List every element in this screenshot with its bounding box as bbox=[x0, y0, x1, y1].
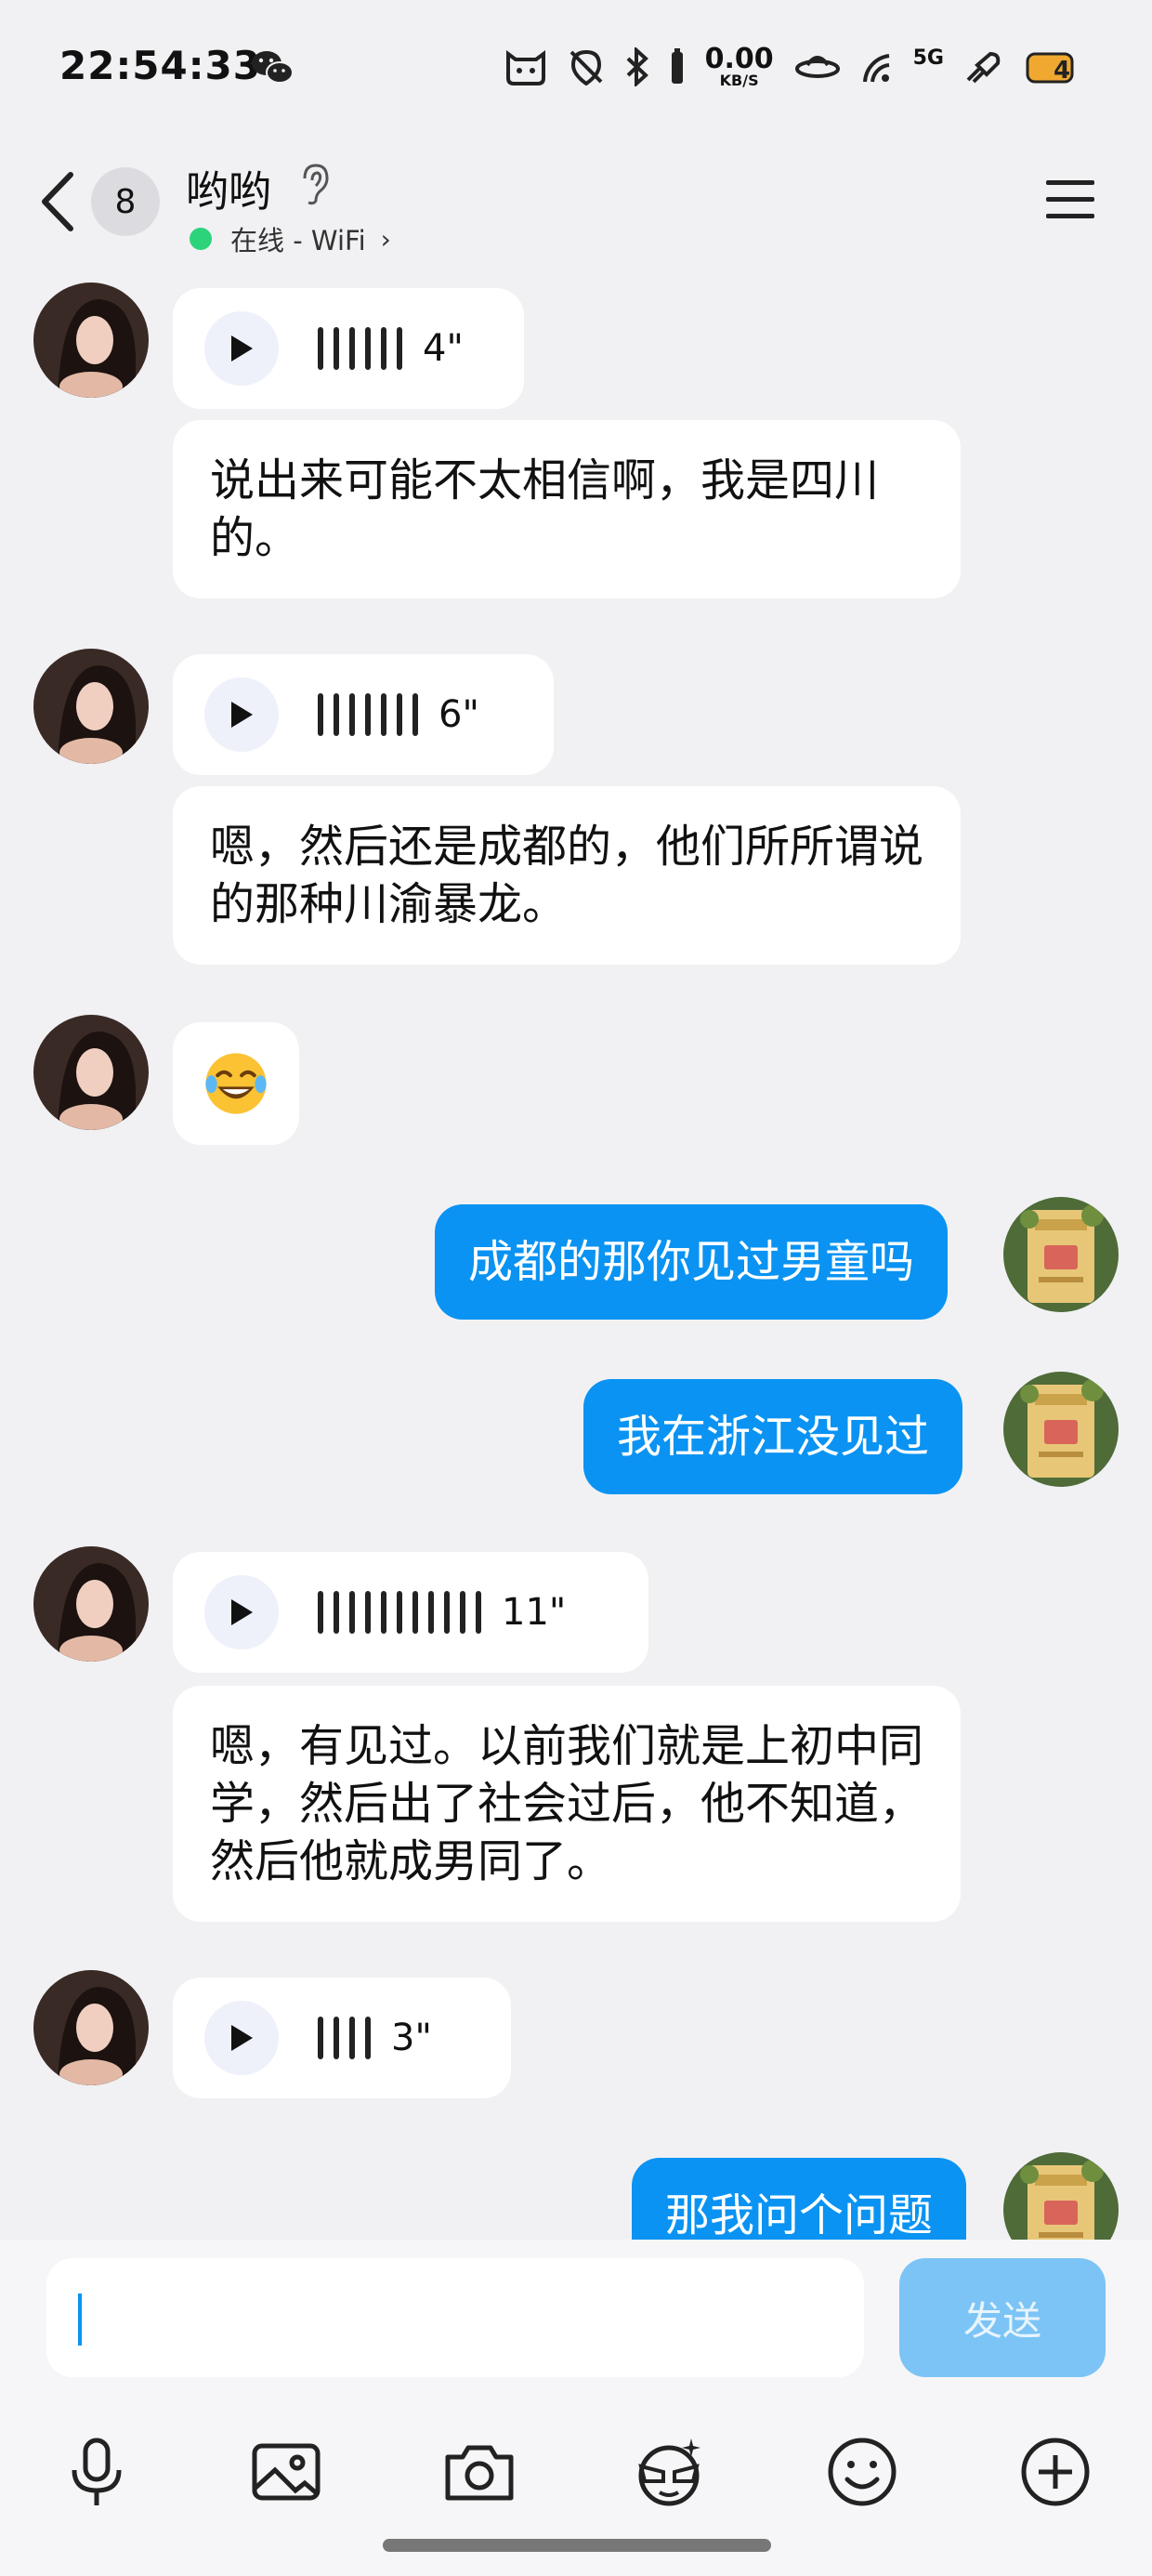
online-status[interactable]: 在线 - WiFi › bbox=[186, 219, 391, 258]
chevron-right-icon: › bbox=[380, 223, 391, 255]
bluetooth-icon bbox=[626, 47, 648, 86]
input-toolbar bbox=[0, 2407, 1152, 2518]
waveform-bar bbox=[460, 1591, 465, 1634]
waveform-bar bbox=[318, 1591, 323, 1634]
waveform-bar bbox=[349, 327, 355, 370]
signal-icon bbox=[862, 54, 889, 83]
voice-duration: 6" bbox=[439, 693, 479, 736]
message-list[interactable]: 4" 说出来可能不太相信啊，我是四川的。 6" 嗯，然后还是成都的，他们所所谓说… bbox=[0, 269, 1152, 2240]
waveform-bar bbox=[412, 693, 418, 736]
waveform-bar bbox=[397, 1591, 402, 1634]
waveform-bar bbox=[365, 2017, 371, 2059]
wechat-icon bbox=[252, 51, 294, 84]
play-icon[interactable] bbox=[204, 677, 279, 752]
waveform-icon bbox=[318, 1591, 481, 1634]
home-indicator[interactable] bbox=[383, 2539, 771, 2552]
microphone-icon[interactable] bbox=[59, 2435, 134, 2509]
back-icon[interactable] bbox=[37, 169, 78, 234]
contact-name[interactable]: 哟哟 bbox=[186, 158, 271, 219]
ear-icon[interactable] bbox=[295, 162, 333, 206]
status-bar: 22:54:33 0.00 KB/S 5G 4 bbox=[0, 0, 1152, 139]
waveform-bar bbox=[349, 2017, 355, 2059]
waveform-bar bbox=[334, 2017, 339, 2059]
play-icon[interactable] bbox=[204, 2001, 279, 2075]
contact-avatar[interactable] bbox=[33, 1970, 149, 2085]
clock: 22:54:33 bbox=[59, 43, 261, 88]
battery-icon bbox=[671, 48, 683, 84]
received-text-message[interactable]: 嗯，有见过。以前我们就是上初中同学，然后出了社会过后，他不知道，然后他就成男同了… bbox=[173, 1686, 961, 1922]
voice-message[interactable]: 11" bbox=[173, 1552, 648, 1673]
input-bar: 发送 bbox=[0, 2240, 1152, 2576]
waveform-icon bbox=[318, 2017, 371, 2059]
waveform-bar bbox=[334, 693, 339, 736]
waveform-bar bbox=[397, 327, 402, 370]
waveform-bar bbox=[365, 693, 371, 736]
menu-icon[interactable] bbox=[1044, 177, 1096, 223]
waveform-bar bbox=[381, 693, 386, 736]
online-status-label: 在线 - WiFi bbox=[230, 225, 366, 256]
waveform-bar bbox=[428, 1591, 434, 1634]
voice-duration: 3" bbox=[391, 2017, 432, 2059]
play-icon[interactable] bbox=[204, 311, 279, 386]
camera-icon[interactable] bbox=[442, 2435, 517, 2509]
voice-duration: 4" bbox=[423, 327, 464, 370]
contact-avatar[interactable] bbox=[33, 1546, 149, 1662]
voice-message[interactable]: 6" bbox=[173, 654, 554, 775]
sent-text-message[interactable]: 我在浙江没见过 bbox=[583, 1379, 963, 1494]
unread-count-badge[interactable]: 8 bbox=[91, 167, 160, 236]
self-avatar[interactable] bbox=[1003, 1197, 1119, 1312]
pet-icon: 4 bbox=[1026, 52, 1074, 85]
waveform-bar bbox=[397, 693, 402, 736]
waveform-bar bbox=[318, 693, 323, 736]
waveform-icon bbox=[318, 693, 418, 736]
cat-face-icon bbox=[505, 50, 545, 85]
waveform-bar bbox=[365, 327, 371, 370]
sent-text-message[interactable]: 成都的那你见过男童吗 bbox=[435, 1204, 949, 1320]
plus-icon[interactable] bbox=[1018, 2435, 1093, 2509]
waveform-bar bbox=[381, 327, 386, 370]
laughing-tears-emoji-icon bbox=[205, 1053, 267, 1114]
no-location-icon bbox=[569, 49, 603, 85]
received-text-message[interactable]: 说出来可能不太相信啊，我是四川的。 bbox=[173, 420, 961, 598]
waveform-bar bbox=[318, 2017, 323, 2059]
waveform-bar bbox=[444, 1591, 450, 1634]
waveform-icon bbox=[318, 327, 402, 370]
self-avatar[interactable] bbox=[1003, 1372, 1119, 1487]
emoji-icon[interactable] bbox=[825, 2435, 899, 2509]
contact-avatar[interactable] bbox=[33, 283, 149, 398]
online-dot-icon bbox=[190, 228, 212, 250]
data-arrows-icon bbox=[794, 56, 840, 78]
waveform-bar bbox=[334, 327, 339, 370]
waveform-bar bbox=[349, 693, 355, 736]
waveform-bar bbox=[349, 1591, 355, 1634]
received-text-message[interactable]: 嗯，然后还是成都的，他们所所谓说的那种川渝暴龙。 bbox=[173, 786, 961, 965]
svg-text:4: 4 bbox=[1054, 57, 1070, 85]
net-speed: 0.00 KB/S bbox=[704, 43, 774, 89]
chat-header: 8 哟哟 在线 - WiFi › bbox=[0, 139, 1152, 269]
emoji-message[interactable] bbox=[173, 1022, 299, 1145]
message-input[interactable] bbox=[46, 2258, 864, 2377]
waveform-bar bbox=[412, 1591, 418, 1634]
rocket-icon bbox=[966, 51, 1001, 84]
waveform-bar bbox=[476, 1591, 481, 1634]
waveform-bar bbox=[318, 327, 323, 370]
voice-duration: 11" bbox=[502, 1591, 567, 1634]
send-button[interactable]: 发送 bbox=[899, 2258, 1106, 2377]
waveform-bar bbox=[365, 1591, 371, 1634]
voice-message[interactable]: 4" bbox=[173, 288, 524, 409]
network-type: 5G bbox=[912, 46, 944, 70]
sent-text-message[interactable]: 那我问个问题 bbox=[632, 2158, 967, 2240]
voice-message[interactable]: 3" bbox=[173, 1978, 511, 2098]
text-cursor bbox=[78, 2293, 82, 2346]
contact-avatar[interactable] bbox=[33, 649, 149, 764]
waveform-bar bbox=[334, 1591, 339, 1634]
play-icon[interactable] bbox=[204, 1575, 279, 1649]
waveform-bar bbox=[381, 1591, 386, 1634]
contact-avatar[interactable] bbox=[33, 1015, 149, 1130]
sticker-face-icon[interactable] bbox=[632, 2435, 706, 2509]
image-icon[interactable] bbox=[249, 2435, 323, 2509]
self-avatar[interactable] bbox=[1003, 2152, 1119, 2240]
